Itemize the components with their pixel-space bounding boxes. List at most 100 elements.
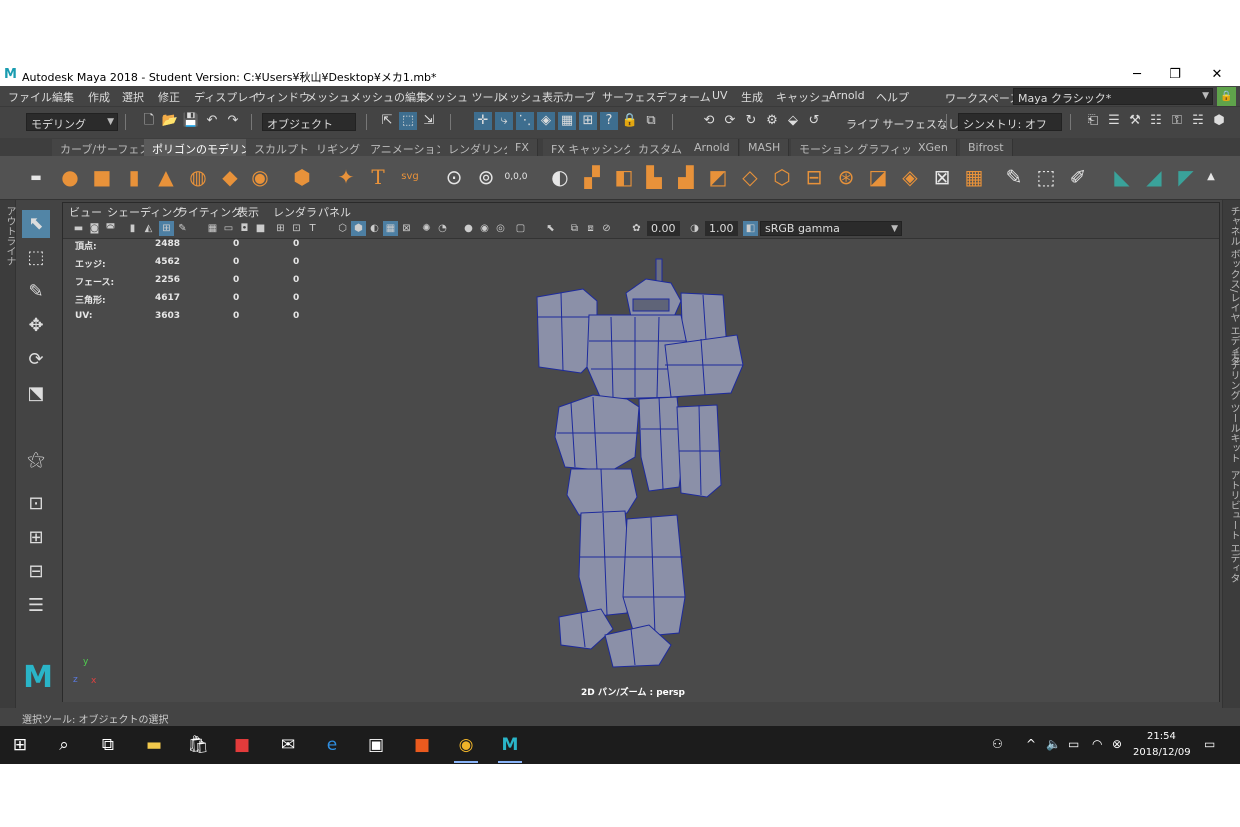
symmetry-dropdown[interactable]: シンメトリ: オフ bbox=[958, 113, 1062, 131]
grid-icon[interactable]: ▦ bbox=[205, 221, 220, 236]
ipr-render-icon[interactable]: ↻ bbox=[742, 112, 760, 130]
undo-icon[interactable]: ↶ bbox=[203, 112, 221, 130]
svg-tool-icon[interactable]: svg bbox=[396, 162, 424, 192]
people-icon[interactable]: ⚇ bbox=[992, 737, 1003, 751]
menu-display[interactable]: ディスプレイ bbox=[194, 89, 259, 105]
tool-settings-icon[interactable]: ⚒ bbox=[1126, 112, 1144, 130]
menu-edit-mesh[interactable]: メッシュの編集 bbox=[350, 89, 427, 105]
outliner-strip[interactable]: アウトライナ bbox=[0, 200, 16, 708]
clock-date[interactable]: 2018/12/09 bbox=[1133, 747, 1191, 758]
volume-icon[interactable]: 🔈 bbox=[1046, 737, 1061, 751]
color-space-dropdown[interactable]: sRGB gamma ▼ bbox=[760, 221, 902, 236]
cylindrical-uv-icon[interactable]: ◢ bbox=[1140, 162, 1168, 192]
exposure-icon[interactable]: ✿ bbox=[629, 221, 644, 236]
snap-live-icon[interactable]: ⊞ bbox=[579, 112, 597, 130]
new-scene-icon[interactable]: 🗋 bbox=[140, 112, 158, 130]
select-object-icon[interactable]: ⬚ bbox=[399, 112, 417, 130]
move-tool-icon[interactable]: ✥ bbox=[22, 312, 50, 340]
shelf-scroll-icon[interactable]: ▲ bbox=[1204, 162, 1218, 192]
menu-file[interactable]: ファイル bbox=[8, 89, 52, 105]
rotate-tool-icon[interactable]: ⟳ bbox=[22, 346, 50, 374]
bookmark-icon[interactable]: ▮ bbox=[125, 221, 140, 236]
gate-mask-icon[interactable]: ■ bbox=[253, 221, 268, 236]
safe-action-icon[interactable]: ⊡ bbox=[289, 221, 304, 236]
selection-mask-dropdown[interactable]: オブジェクト bbox=[262, 113, 356, 131]
super-shape-icon[interactable]: ✦ bbox=[332, 162, 360, 192]
paint-tool-icon[interactable]: ✐ bbox=[1064, 162, 1092, 192]
windows-start-icon[interactable]: ⊞ bbox=[4, 731, 36, 759]
wifi-icon[interactable]: ◠ bbox=[1092, 737, 1102, 751]
default-material-icon[interactable]: ◐ bbox=[367, 221, 382, 236]
tab-rigging[interactable]: リギング bbox=[308, 139, 369, 156]
panel-menu-show[interactable]: 表示 bbox=[237, 204, 259, 220]
panel-menu-shading[interactable]: シェーディング bbox=[107, 204, 183, 220]
depth-of-field-icon[interactable]: ▢ bbox=[513, 221, 528, 236]
platonic-solid-icon[interactable]: ⬢ bbox=[288, 162, 316, 192]
poly-cylinder-icon[interactable]: ▮ bbox=[120, 162, 148, 192]
smooth-icon[interactable]: ◐ bbox=[546, 162, 574, 192]
tab-mash[interactable]: MASH bbox=[740, 139, 790, 156]
extrude-icon[interactable]: ▙ bbox=[640, 162, 668, 192]
isolate-select-icon[interactable]: ⬉ bbox=[543, 221, 558, 236]
menu-deform[interactable]: デフォーム bbox=[656, 89, 711, 105]
menu-mesh[interactable]: メッシュ bbox=[306, 89, 350, 105]
poly-disc-icon[interactable]: ◉ bbox=[246, 162, 274, 192]
channel-box-icon[interactable]: ☷ bbox=[1147, 112, 1165, 130]
edge-icon[interactable]: e bbox=[316, 731, 348, 759]
mode-dropdown[interactable]: モデリング ▼ bbox=[26, 113, 118, 131]
boolean-union-icon[interactable]: ▞ bbox=[578, 162, 606, 192]
poly-cube-icon[interactable]: ■ bbox=[88, 162, 116, 192]
planar-uv-icon[interactable]: ◣ bbox=[1108, 162, 1136, 192]
sculpt-icon[interactable]: ▦ bbox=[960, 162, 988, 192]
menu-mesh-tools[interactable]: メッシュ ツール bbox=[424, 89, 505, 105]
target-weld-icon[interactable]: ◈ bbox=[896, 162, 924, 192]
search-icon[interactable]: ⌕ bbox=[48, 731, 80, 759]
minimize-button[interactable]: ─ bbox=[1122, 66, 1152, 84]
textured-icon[interactable]: ⊠ bbox=[399, 221, 414, 236]
battery-icon[interactable]: ▭ bbox=[1068, 737, 1079, 751]
tab-fx[interactable]: FX bbox=[507, 139, 538, 156]
snap-grid-icon[interactable]: ✛ bbox=[474, 112, 492, 130]
notifications-off-icon[interactable]: ⊗ bbox=[1112, 737, 1122, 751]
poly-torus-icon[interactable]: ◍ bbox=[184, 162, 212, 192]
photos-icon[interactable]: ▣ bbox=[360, 731, 392, 759]
select-component-icon[interactable]: ⇲ bbox=[420, 112, 438, 130]
bevel-icon[interactable]: ◩ bbox=[704, 162, 732, 192]
panel-menu-renderer[interactable]: レンダラ bbox=[273, 204, 317, 220]
menu-window[interactable]: ウィンドウ bbox=[255, 89, 310, 105]
menu-modify[interactable]: 修正 bbox=[158, 89, 180, 105]
combine-icon[interactable]: ⊙ bbox=[440, 162, 468, 192]
tab-bifrost[interactable]: Bifrost bbox=[960, 139, 1013, 156]
construction-history-icon[interactable]: ⟲ bbox=[700, 112, 718, 130]
single-view-icon[interactable]: ⊡ bbox=[22, 490, 50, 518]
outliner-label[interactable]: アウトライナ bbox=[2, 206, 17, 266]
channel-box-tab[interactable]: チャネル ボックス/レイヤ エディタ bbox=[1226, 206, 1240, 366]
offset-edge-loop-icon[interactable]: ◪ bbox=[864, 162, 892, 192]
xray-icon[interactable]: ⧉ bbox=[567, 221, 582, 236]
modeling-toolkit-icon[interactable]: ⚿ bbox=[1168, 112, 1186, 130]
mech-model[interactable] bbox=[531, 257, 771, 677]
smooth-shade-icon[interactable]: ⬢ bbox=[351, 221, 366, 236]
tab-fx-caching[interactable]: FX キャッシング bbox=[543, 139, 644, 156]
snap-plane-icon[interactable]: ◈ bbox=[537, 112, 555, 130]
store-icon[interactable]: 🛍 bbox=[182, 731, 214, 759]
history-icon[interactable]: ⧉ bbox=[642, 112, 660, 130]
tab-arnold[interactable]: Arnold bbox=[686, 139, 739, 156]
shadows-icon[interactable]: ◔ bbox=[435, 221, 450, 236]
render-frame-icon[interactable]: ⟳ bbox=[721, 112, 739, 130]
mirror-icon[interactable]: ◧ bbox=[610, 162, 638, 192]
outliner-layout-icon[interactable]: ☰ bbox=[22, 592, 50, 620]
four-view-icon[interactable]: ⊞ bbox=[22, 524, 50, 552]
office-icon[interactable]: ■ bbox=[406, 731, 438, 759]
modeling-toolkit-tab[interactable]: モデリング ツールキット bbox=[1226, 350, 1240, 463]
merge-icon[interactable]: ⬡ bbox=[768, 162, 796, 192]
select-tool-icon[interactable]: ⬉ bbox=[22, 210, 50, 238]
menu-uv[interactable]: UV bbox=[712, 89, 728, 102]
automatic-uv-icon[interactable]: ◤ bbox=[1172, 162, 1200, 192]
anti-aliasing-icon[interactable]: ◎ bbox=[493, 221, 508, 236]
grease-pencil-icon[interactable]: ✎ bbox=[175, 221, 190, 236]
action-center-icon[interactable]: ▭ bbox=[1204, 737, 1215, 751]
cube-icon[interactable]: ⬢ bbox=[1210, 112, 1228, 130]
3d-viewport[interactable]: 頂点: 2488 0 0 エッジ: 4562 0 0 フェース: 2256 0 … bbox=[63, 239, 1219, 702]
2d-pan-zoom-icon[interactable]: ⊞ bbox=[159, 221, 174, 236]
